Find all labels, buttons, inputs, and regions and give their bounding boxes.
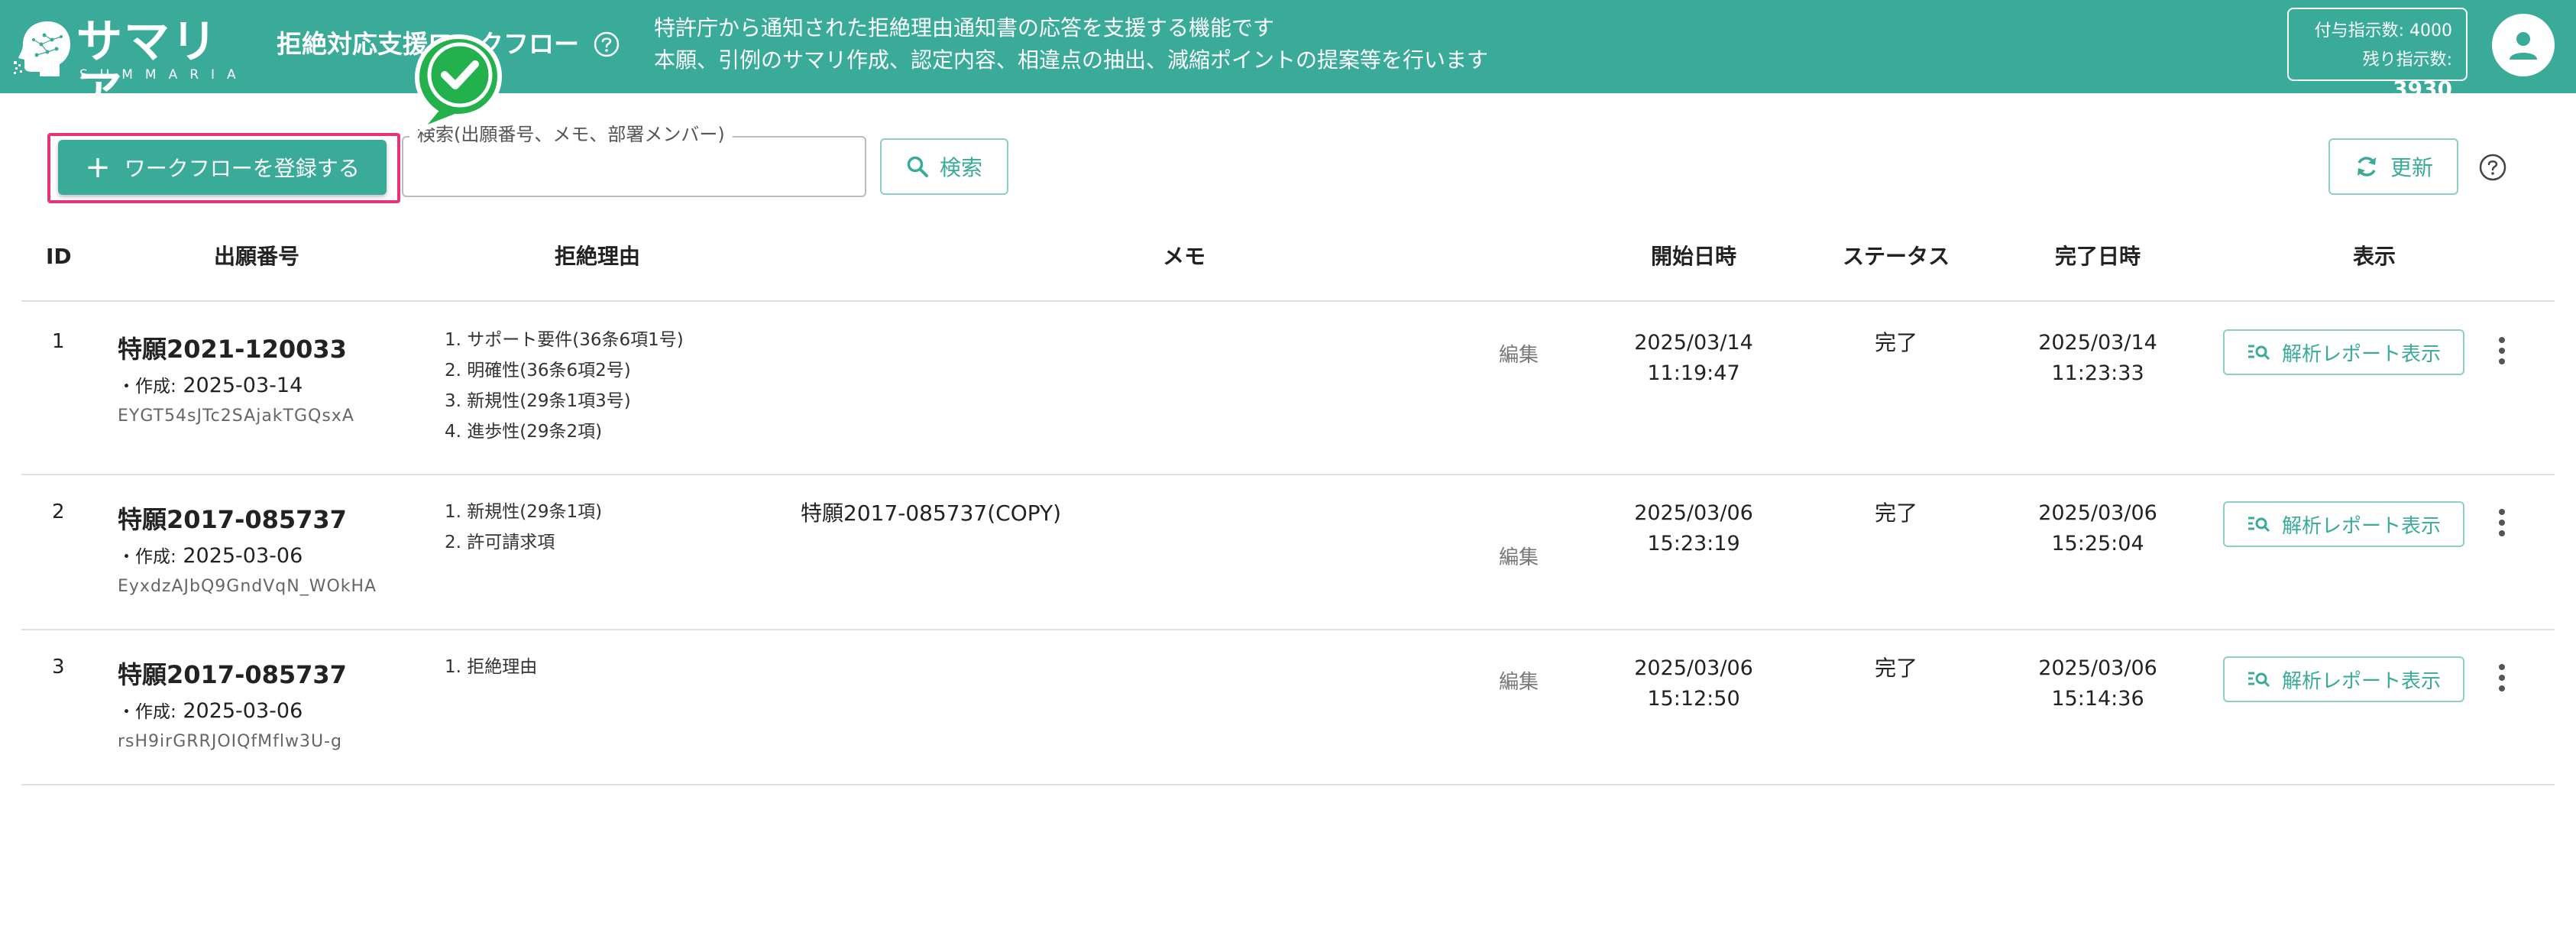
granted-count: 付与指示数: 4000 [2314,21,2452,40]
start-datetime: 2025/03/06 15:23:19 [1634,501,1753,555]
view-report-button[interactable]: 解析レポート表示 [2223,656,2464,702]
workflow-token: EYGT54sJTc2SAjakTGQsxA [118,406,354,426]
table-row: 1 特願2021-120033 ・作成: 2025-03-14 EYGT54sJ… [0,302,2576,473]
column-header-status: ステータス [1842,244,1950,269]
rejection-reasons: 1. 拒絶理由 [445,652,537,682]
end-datetime: 2025/03/06 15:25:04 [2038,501,2157,555]
view-report-label: 解析レポート表示 [2281,669,2441,693]
status-badge: 完了 [1874,500,1918,526]
view-report-button[interactable]: 解析レポート表示 [2223,501,2464,547]
rejection-reasons: 1. サポート要件(36条6項1号) 2. 明確性(36条6項2号) 3. 新規… [445,325,684,447]
reason-item: 1. 新規性(29条1項) [445,502,603,522]
rejection-reasons: 1. 新規性(29条1項) 2. 許可請求項 [445,497,602,558]
edit-memo-link[interactable]: 編集 [1499,669,1539,696]
more-vert-icon[interactable] [2490,506,2513,544]
created-date: ・作成: 2025-03-06 [118,699,303,723]
table-divider [21,784,2555,785]
reason-item: 4. 進歩性(29条2項) [445,422,603,442]
view-report-label: 解析レポート表示 [2281,514,2441,538]
app-header: サマリア SUMMARIA 拒絶対応支援ワークフロー 特許庁から通知された拒絶理… [0,0,2576,118]
memo-text: 特願2017-085737(COPY) [801,500,1062,526]
help-icon[interactable] [2478,153,2507,182]
register-label: ワークフローを登録する [124,156,360,181]
more-vert-icon[interactable] [2490,334,2513,372]
status-badge: 完了 [1874,330,1918,355]
refresh-button-label: 更新 [2390,155,2433,180]
search-icon [907,156,928,177]
reason-item: 1. 拒絶理由 [445,657,538,677]
row-id: 2 [52,500,65,523]
report-icon [2248,672,2270,688]
reason-item: 2. 許可請求項 [445,533,555,552]
register-workflow-button[interactable]: + ワークフローを登録する [58,140,387,195]
user-icon [2510,32,2537,60]
start-datetime: 2025/03/06 15:12:50 [1634,656,1753,711]
workflow-token: EyxdzAJbQ9GndVqN_WOkHA [118,577,377,596]
remaining-count: 残り指示数: 3930 [2362,50,2452,102]
check-badge-icon [414,34,503,132]
application-number[interactable]: 特願2021-120033 [118,332,347,366]
created-date: ・作成: 2025-03-06 [118,544,303,568]
workflow-token: rsH9irGRRJOIQfMflw3U-g [118,732,343,751]
view-report-button[interactable]: 解析レポート表示 [2223,329,2464,375]
column-header-rejection-reason: 拒絶理由 [554,244,641,269]
refresh-button[interactable]: 更新 [2328,138,2458,195]
instruction-counts: 付与指示数: 4000 残り指示数: 3930 [2287,8,2468,102]
search-input[interactable] [411,145,854,188]
search-button-label: 検索 [939,155,982,180]
reason-item: 1. サポート要件(36条6項1号) [445,330,684,350]
help-icon[interactable] [593,31,620,58]
logo[interactable]: サマリア SUMMARIA [14,17,236,118]
edit-memo-link[interactable]: 編集 [1499,544,1539,572]
column-header-start-time: 開始日時 [1650,244,1737,269]
logo-head-icon [14,21,70,76]
column-header-id: ID [46,244,72,269]
row-id: 1 [52,330,65,353]
status-badge: 完了 [1874,656,1918,681]
edit-memo-link[interactable]: 編集 [1499,342,1539,369]
column-header-application-number: 出願番号 [213,244,300,269]
report-icon [2248,345,2270,361]
description-line: 特許庁から通知された拒絶理由通知書の応答を支援する機能です [654,15,1275,40]
column-header-view: 表示 [2352,244,2396,269]
description-line: 本願、引例のサマリ作成、認定内容、相違点の抽出、減縮ポイントの提案等を行います [654,47,1489,73]
end-datetime: 2025/03/06 15:14:36 [2038,656,2157,711]
column-header-end-time: 完了日時 [2054,244,2141,269]
reason-item: 3. 新規性(29条1項3号) [445,391,631,411]
more-vert-icon[interactable] [2490,661,2513,699]
created-date: ・作成: 2025-03-14 [118,374,303,397]
column-header-memo: メモ [1162,244,1206,269]
logo-subtext: SUMMARIA [79,67,248,83]
view-report-label: 解析レポート表示 [2281,342,2441,366]
report-icon [2248,517,2270,533]
table-row: 2 特願2017-085737 ・作成: 2025-03-06 EyxdzAJb… [0,475,2576,628]
application-number[interactable]: 特願2017-085737 [118,503,347,536]
application-number[interactable]: 特願2017-085737 [118,658,347,692]
refresh-icon [2357,157,2376,177]
user-menu-button[interactable] [2492,14,2555,76]
start-datetime: 2025/03/14 11:19:47 [1634,331,1753,385]
table-row: 3 特願2017-085737 ・作成: 2025-03-06 rsH9irGR… [0,630,2576,783]
end-datetime: 2025/03/14 11:23:33 [2038,331,2157,385]
search-button[interactable]: 検索 [880,138,1008,195]
row-id: 3 [52,656,65,679]
header-description: 特許庁から通知された拒絶理由通知書の応答を支援する機能です 本願、引例のサマリ作… [654,12,1488,76]
plus-icon: + [85,150,111,185]
reason-item: 2. 明確性(36条6項2号) [445,361,631,381]
